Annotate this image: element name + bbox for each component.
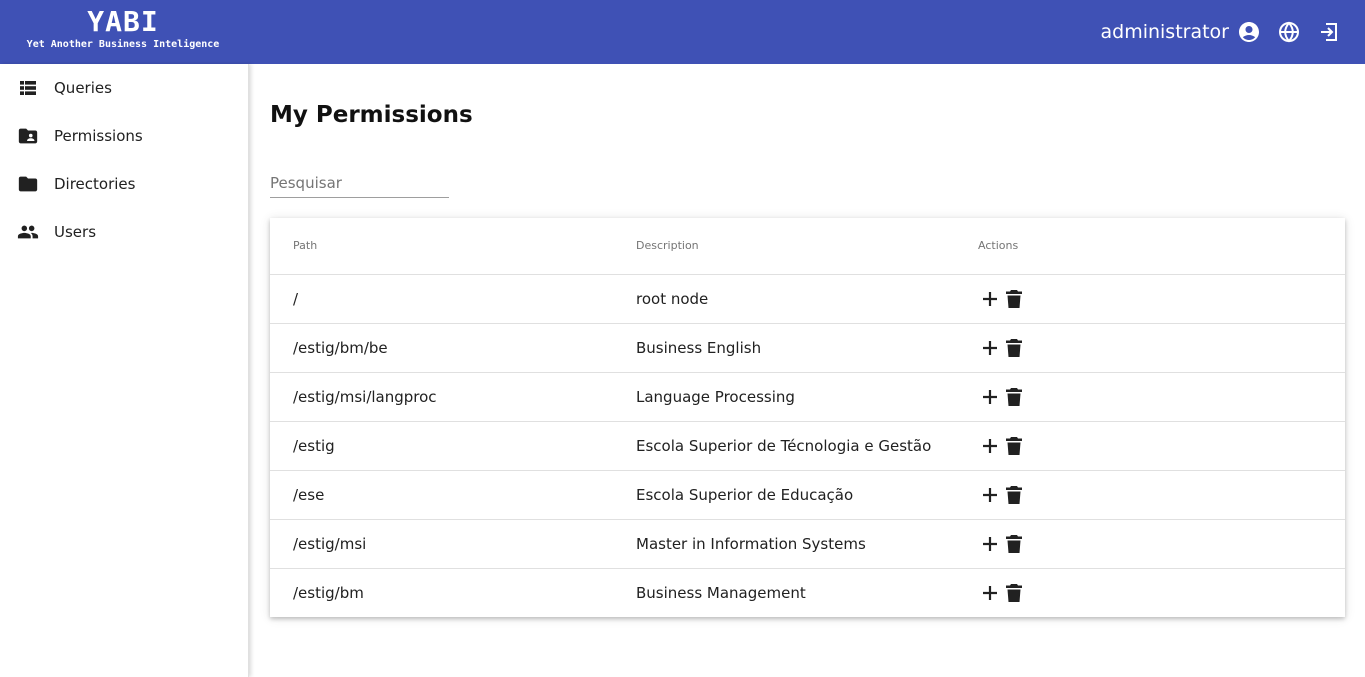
table-row: /estig/msi/langproc Language Processing [270, 372, 1345, 422]
cell-path: /ese [270, 470, 636, 520]
delete-icon[interactable] [1002, 581, 1026, 605]
folder-icon [16, 172, 40, 196]
sidebar-item-permissions[interactable]: Permissions [0, 112, 248, 160]
add-icon[interactable] [978, 287, 1002, 311]
username-label: administrator [1100, 21, 1229, 43]
cell-actions [978, 323, 1345, 373]
add-icon[interactable] [978, 385, 1002, 409]
delete-icon[interactable] [1002, 287, 1026, 311]
delete-icon[interactable] [1002, 483, 1026, 507]
cell-path: / [270, 274, 636, 324]
delete-icon[interactable] [1002, 532, 1026, 556]
delete-icon[interactable] [1002, 385, 1026, 409]
add-icon[interactable] [978, 434, 1002, 458]
sidebar-item-label: Directories [54, 175, 136, 193]
cell-actions [978, 470, 1345, 520]
cell-description: Escola Superior de Técnologia e Gestão [636, 421, 978, 471]
sidebar-item-queries[interactable]: Queries [0, 64, 248, 112]
table-row: /estig Escola Superior de Técnologia e G… [270, 421, 1345, 471]
cell-actions [978, 274, 1345, 324]
sidebar-item-directories[interactable]: Directories [0, 160, 248, 208]
cell-path: /estig/msi [270, 519, 636, 569]
add-icon[interactable] [978, 532, 1002, 556]
cell-path: /estig [270, 421, 636, 471]
top-right-controls: administrator [1100, 18, 1341, 46]
sidebar-item-label: Users [54, 223, 97, 241]
column-header-actions: Actions [978, 218, 1345, 275]
page-title: My Permissions [270, 102, 473, 128]
view-list-icon [16, 76, 40, 100]
sidebar-item-users[interactable]: Users [0, 208, 248, 256]
add-icon[interactable] [978, 483, 1002, 507]
permissions-table-card: Path Description Actions / root node /es… [270, 218, 1345, 617]
globe-icon[interactable] [1277, 20, 1301, 44]
top-app-bar: YABI Yet Another Business Inteligence ad… [0, 0, 1365, 64]
permissions-table: Path Description Actions / root node /es… [270, 218, 1345, 617]
cell-path: /estig/bm/be [270, 323, 636, 373]
account-circle-icon[interactable] [1237, 20, 1261, 44]
cell-description: Language Processing [636, 372, 978, 422]
add-icon[interactable] [978, 581, 1002, 605]
delete-icon[interactable] [1002, 336, 1026, 360]
add-icon[interactable] [978, 336, 1002, 360]
table-header-row: Path Description Actions [270, 218, 1345, 275]
column-header-description[interactable]: Description [636, 218, 978, 275]
cell-description: Master in Information Systems [636, 519, 978, 569]
cell-actions [978, 421, 1345, 471]
folder-account-icon [16, 124, 40, 148]
cell-description: root node [636, 274, 978, 324]
cell-path: /estig/msi/langproc [270, 372, 636, 422]
sidebar-item-label: Queries [54, 79, 112, 97]
app-subtitle: Yet Another Business Inteligence [26, 39, 220, 50]
table-row: /estig/bm/be Business English [270, 323, 1345, 373]
search-input[interactable] [270, 168, 449, 198]
cell-description: Escola Superior de Educação [636, 470, 978, 520]
sidebar-item-label: Permissions [54, 127, 143, 145]
table-row: / root node [270, 274, 1345, 324]
cell-actions [978, 519, 1345, 569]
table-row: /estig/bm Business Management [270, 568, 1345, 617]
people-icon [16, 220, 40, 244]
table-row: /estig/msi Master in Information Systems [270, 519, 1345, 569]
logout-icon[interactable] [1317, 20, 1341, 44]
table-row: /ese Escola Superior de Educação [270, 470, 1345, 520]
sidebar: Queries Permissions Directories Users [0, 64, 249, 677]
delete-icon[interactable] [1002, 434, 1026, 458]
cell-description: Business Management [636, 583, 806, 602]
cell-actions [978, 372, 1345, 422]
cell-path: /estig/bm [293, 583, 364, 602]
app-title: YABI [87, 5, 159, 38]
cell-actions [978, 568, 1345, 617]
cell-description: Business English [636, 323, 978, 373]
brand[interactable]: YABI Yet Another Business Inteligence [26, 6, 220, 52]
column-header-path[interactable]: Path [270, 218, 636, 275]
